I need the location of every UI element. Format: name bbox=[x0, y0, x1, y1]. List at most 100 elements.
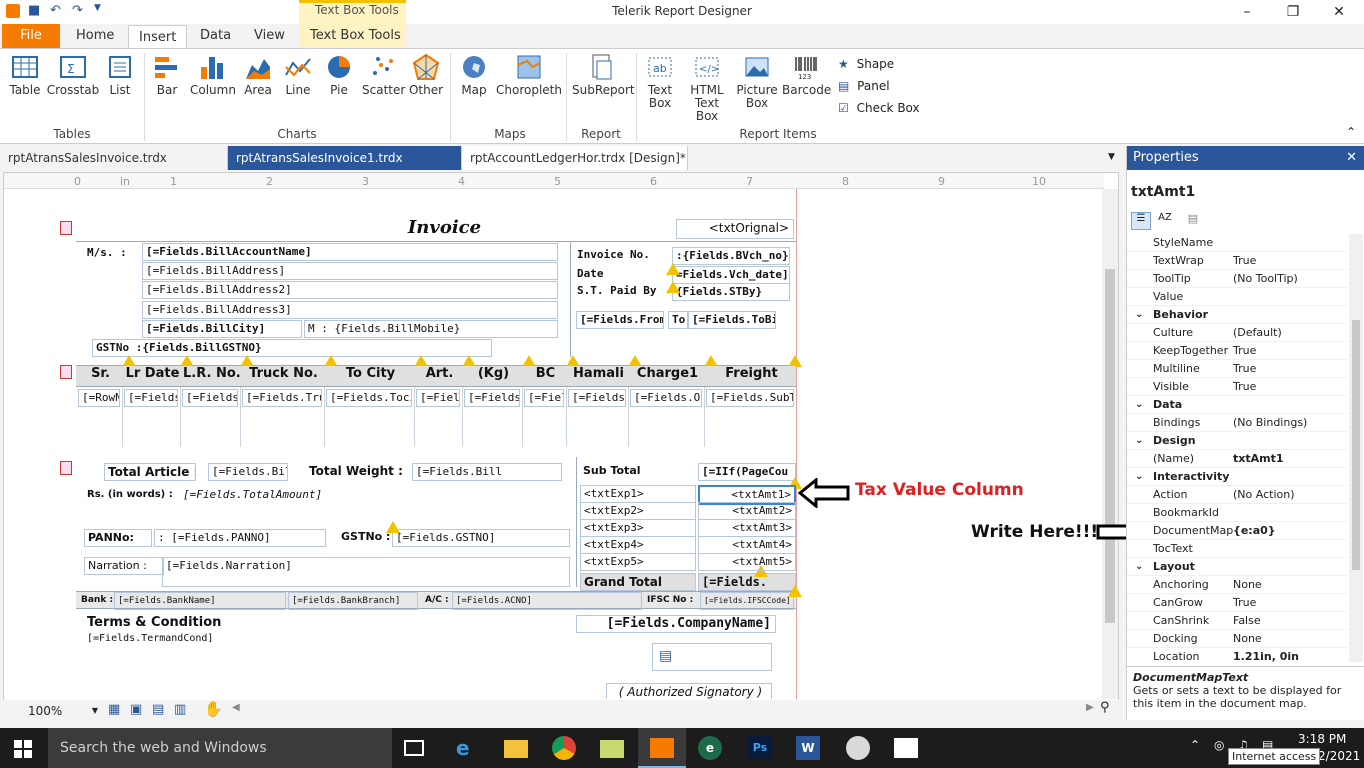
collapse-ribbon-icon[interactable]: ⌃ bbox=[1346, 125, 1356, 139]
other-chart-button[interactable]: Other bbox=[408, 53, 444, 97]
crosstab-button[interactable]: Σ Crosstab bbox=[46, 53, 100, 97]
property-row[interactable]: Anchoring None bbox=[1127, 576, 1347, 594]
column-header[interactable]: BC bbox=[522, 366, 566, 386]
subreport-button[interactable]: SubReport bbox=[572, 53, 635, 97]
property-row[interactable]: StyleName bbox=[1127, 234, 1347, 252]
property-value[interactable]: {e:a0} bbox=[1233, 522, 1276, 540]
column-header[interactable]: To City bbox=[324, 366, 414, 386]
property-value[interactable]: False bbox=[1233, 612, 1261, 630]
clock-date[interactable]: 2/2021 bbox=[1318, 749, 1360, 763]
html-text-box-button[interactable]: </> HTML Text Box bbox=[682, 53, 732, 123]
doc-tab-3[interactable]: rptAccountLedgerHor.trdx [Design]* bbox=[462, 146, 688, 170]
property-scrollbar-thumb[interactable] bbox=[1352, 320, 1360, 570]
bank-branch[interactable]: [=Fields.BankBranch] bbox=[288, 592, 418, 610]
date-label[interactable]: Date bbox=[574, 266, 670, 282]
rs-words-label[interactable]: Rs. (in words) : bbox=[84, 487, 180, 503]
table-button[interactable]: Table bbox=[6, 53, 44, 97]
property-row[interactable]: KeepTogether True bbox=[1127, 342, 1347, 360]
property-value[interactable]: True bbox=[1233, 378, 1256, 396]
txt-orignal[interactable]: <txtOrignal> bbox=[676, 219, 794, 239]
tab-home[interactable]: Home bbox=[66, 24, 124, 48]
ruler-icon[interactable]: ▥ bbox=[174, 702, 186, 717]
detail-cell[interactable]: [=Fields.SubTot bbox=[706, 389, 794, 407]
collapse-icon[interactable]: ⌄ bbox=[1135, 432, 1143, 450]
subtotal-value[interactable]: [=IIf(PageCou bbox=[698, 463, 796, 481]
clock-time[interactable]: 3:18 PM bbox=[1298, 732, 1346, 746]
property-value[interactable]: (Default) bbox=[1233, 324, 1282, 342]
column-header[interactable]: Charge1 bbox=[628, 366, 704, 386]
tab-insert[interactable]: Insert bbox=[128, 25, 188, 49]
tab-data[interactable]: Data bbox=[190, 24, 241, 48]
scrollbar-thumb[interactable] bbox=[1105, 269, 1115, 623]
picture-box-button[interactable]: Picture Box bbox=[736, 53, 778, 110]
property-row[interactable]: TocText bbox=[1127, 540, 1347, 558]
to-field[interactable]: [=Fields.ToBil bbox=[688, 311, 776, 329]
column-header[interactable]: (Kg) bbox=[462, 366, 522, 386]
txt-amt-field[interactable]: <txtAmt5> bbox=[698, 553, 796, 571]
categorized-icon[interactable]: ☰ bbox=[1131, 212, 1151, 230]
total-weight-label[interactable]: Total Weight : bbox=[306, 463, 410, 479]
txt-amt-field[interactable]: <txtAmt3> bbox=[698, 519, 796, 537]
st-paid-label[interactable]: S.T. Paid By bbox=[574, 283, 670, 299]
detail-cell[interactable]: [=Fields bbox=[416, 389, 460, 407]
property-row[interactable]: ToolTip (No ToolTip) bbox=[1127, 270, 1347, 288]
authorized-signatory[interactable]: ( Authorized Signatory ) bbox=[606, 683, 772, 699]
hand-icon[interactable]: ✋ bbox=[204, 700, 223, 718]
property-category[interactable]: ⌄ Data bbox=[1127, 396, 1347, 414]
collapse-icon[interactable]: ⌄ bbox=[1135, 306, 1143, 324]
invoice-title[interactable]: Invoice bbox=[366, 217, 520, 241]
invoice-no-label[interactable]: Invoice No. bbox=[574, 247, 670, 263]
acno[interactable]: [=Fields.ACNO] bbox=[452, 592, 642, 610]
gstno-value[interactable]: [=Fields.GSTNO] bbox=[392, 529, 570, 547]
collapse-icon[interactable]: ⌄ bbox=[1135, 468, 1143, 486]
property-row[interactable]: Docking None bbox=[1127, 630, 1347, 648]
close-properties-icon[interactable]: ✕ bbox=[1346, 146, 1357, 170]
property-value[interactable]: True bbox=[1233, 360, 1256, 378]
maximize-button[interactable]: ❐ bbox=[1270, 0, 1316, 24]
close-button[interactable]: ✕ bbox=[1316, 0, 1362, 24]
paint-icon[interactable] bbox=[846, 736, 870, 760]
tab-text-box-tools[interactable]: Text Box Tools bbox=[300, 24, 411, 48]
scatter-chart-button[interactable]: Scatter bbox=[362, 53, 405, 97]
map-button[interactable]: Map bbox=[456, 53, 492, 97]
column-header[interactable]: Freight bbox=[704, 366, 796, 386]
property-row[interactable]: (Name) txtAmt1 bbox=[1127, 450, 1347, 468]
txt-amt-field[interactable]: <txtAmt2> bbox=[698, 502, 796, 520]
property-value[interactable]: (No Action) bbox=[1233, 486, 1295, 504]
scroll-right-icon[interactable]: ▶ bbox=[1086, 702, 1094, 713]
property-category[interactable]: ⌄ Design bbox=[1127, 432, 1347, 450]
task-view-icon[interactable] bbox=[404, 740, 424, 756]
vertical-scrollbar[interactable] bbox=[1102, 189, 1118, 699]
column-header[interactable]: Lr Date bbox=[122, 366, 180, 386]
total-article-label[interactable]: Total Article : bbox=[104, 463, 196, 481]
bank-label[interactable]: Bank : bbox=[78, 592, 116, 608]
narration-value[interactable]: [=Fields.Narration] bbox=[162, 557, 570, 587]
windows-start-icon[interactable] bbox=[14, 740, 32, 758]
property-value[interactable]: None bbox=[1233, 576, 1262, 594]
total-amount[interactable]: [=Fields.TotalAmount] bbox=[180, 487, 570, 503]
property-scrollbar[interactable] bbox=[1349, 234, 1363, 662]
tray-chevron-icon[interactable]: ⌃ bbox=[1190, 738, 1200, 752]
detail-cell[interactable]: [=RowN bbox=[78, 389, 120, 407]
bill-address-2[interactable]: [=Fields.BillAddress2] bbox=[142, 281, 558, 299]
property-row[interactable]: Action (No Action) bbox=[1127, 486, 1347, 504]
property-row[interactable]: BookmarkId bbox=[1127, 504, 1347, 522]
property-row[interactable]: TextWrap True bbox=[1127, 252, 1347, 270]
panno-label[interactable]: PANNo: bbox=[84, 529, 152, 547]
ac-label[interactable]: A/C : bbox=[422, 592, 452, 608]
detail-cell[interactable]: [=Fields.Oth bbox=[630, 389, 702, 407]
txt-exp-field[interactable]: <txtExp5> bbox=[580, 553, 696, 571]
txt-exp-field[interactable]: <txtExp1> bbox=[580, 485, 696, 503]
txt-amt-field[interactable]: <txtAmt4> bbox=[698, 536, 796, 554]
scroll-left-icon[interactable]: ◀ bbox=[232, 702, 240, 713]
detail-cell[interactable]: [=Fields.Truck bbox=[242, 389, 322, 407]
property-row[interactable]: CanGrow True bbox=[1127, 594, 1347, 612]
line-chart-button[interactable]: Line bbox=[282, 53, 314, 97]
bill-account-name[interactable]: [=Fields.BillAccountName] bbox=[142, 243, 558, 261]
snap-icon[interactable]: ▣ bbox=[130, 702, 142, 717]
doc-tab-1[interactable]: rptAtransSalesInvoice.trdx [Design]* bbox=[0, 146, 228, 189]
photos-icon[interactable] bbox=[894, 738, 918, 758]
gstno-label[interactable]: GSTNo : bbox=[338, 529, 392, 545]
property-value[interactable]: 1.21in, 0in bbox=[1233, 648, 1299, 662]
choropleth-button[interactable]: Choropleth bbox=[496, 53, 562, 97]
